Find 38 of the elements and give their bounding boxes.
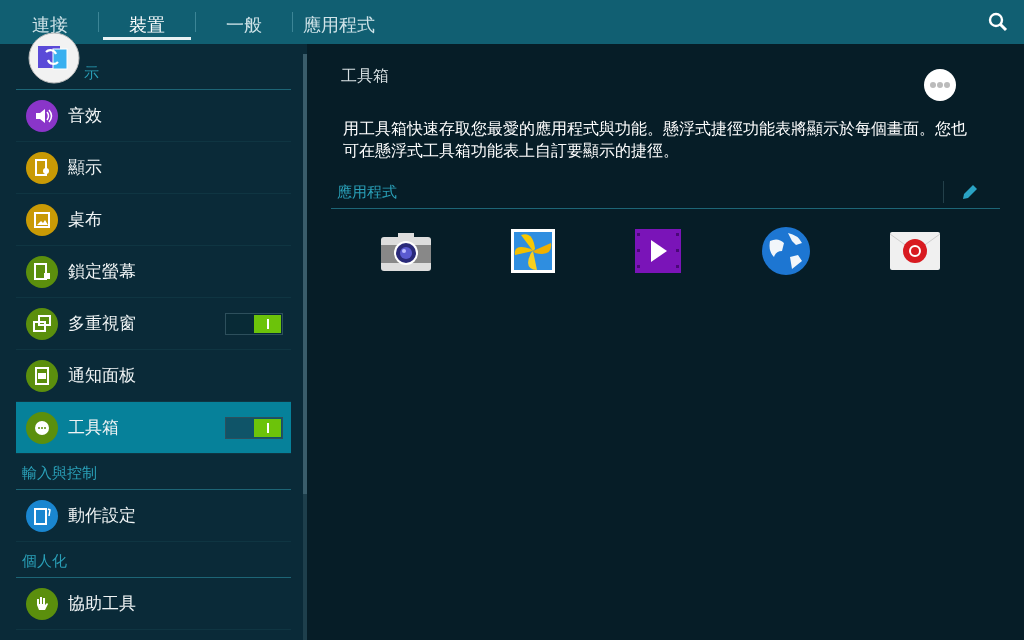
video-player-icon[interactable] — [635, 229, 682, 273]
item-label: 鎖定螢幕 — [68, 260, 136, 283]
item-label: 協助工具 — [68, 592, 136, 615]
page-title: 工具箱 — [340, 66, 389, 87]
toggle-switch[interactable] — [225, 416, 283, 439]
section-header: 個人化 — [22, 552, 67, 571]
description-text: 用工具箱快速存取您最愛的應用程式與功能。懸浮式捷徑功能表將顯示於每個畫面。您也可在懸浮式工具箱功能表上自訂要顯示的捷徑。 — [343, 118, 968, 162]
tab[interactable]: 應用程式 — [293, 10, 385, 40]
globe-icon[interactable] — [761, 227, 810, 275]
settings-item[interactable]: 工具箱 — [16, 402, 291, 454]
settings-item[interactable]: 鎖定螢幕 — [16, 246, 291, 298]
item-label: 工具箱 — [68, 416, 119, 439]
camera-icon[interactable] — [381, 231, 432, 271]
settings-item[interactable]: 顯示 — [16, 142, 291, 194]
item-label: 桌布 — [68, 208, 102, 231]
settings-item[interactable]: 桌布 — [16, 194, 291, 246]
section-header: 輸入與控制 — [22, 464, 97, 483]
floating-toolbox-icon[interactable] — [28, 32, 80, 84]
section-header: 應用程式 — [336, 182, 397, 202]
tab[interactable]: 連接 — [2, 10, 98, 40]
item-label: 音效 — [68, 104, 102, 127]
tab[interactable]: 裝置 — [103, 10, 191, 40]
item-label: 動作設定 — [68, 504, 136, 527]
settings-item[interactable]: 多重視窗 — [16, 298, 291, 350]
settings-item[interactable]: 協助工具 — [16, 578, 291, 630]
email-icon[interactable] — [889, 232, 940, 270]
settings-item[interactable]: 動作設定 — [16, 490, 291, 542]
more-icon[interactable] — [924, 69, 956, 101]
gallery-icon[interactable] — [511, 229, 556, 273]
settings-item[interactable]: 音效 — [16, 90, 291, 142]
tab[interactable]: 一般 — [196, 10, 292, 40]
item-label: 多重視窗 — [68, 312, 136, 335]
item-label: 顯示 — [68, 156, 102, 179]
pencil-icon[interactable] — [960, 182, 980, 202]
item-label: 通知面板 — [68, 364, 136, 387]
toggle-switch[interactable] — [225, 312, 283, 335]
search-icon[interactable] — [988, 12, 1008, 32]
section-header: 示 — [83, 64, 99, 83]
